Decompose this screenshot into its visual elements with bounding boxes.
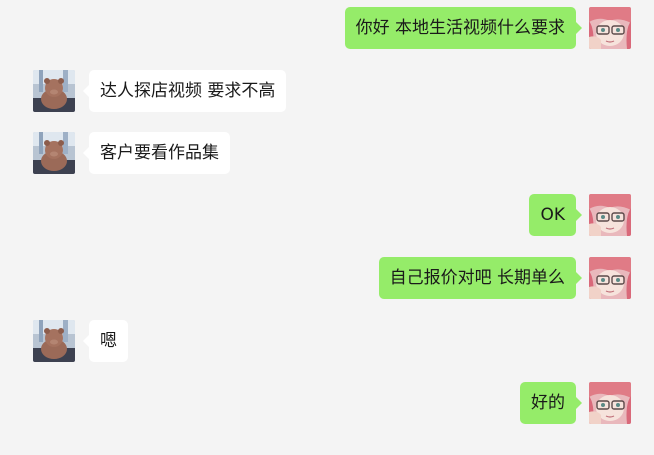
message-bubble[interactable]: 嗯 — [83, 320, 128, 362]
message-row: OK — [0, 192, 654, 236]
avatar-image — [589, 7, 631, 49]
message-bubble[interactable]: 你好 本地生活视频什么要求 — [344, 7, 583, 49]
avatar-image — [33, 70, 75, 112]
chat-window: { "colors": { "background": "#f4f4f4", "… — [0, 0, 654, 455]
message-row: 嗯 — [0, 318, 654, 362]
message-bubble[interactable]: 达人探店视频 要求不高 — [82, 70, 287, 112]
avatar-image — [589, 257, 631, 299]
contact-avatar[interactable] — [33, 320, 75, 362]
avatar-image — [589, 382, 631, 424]
contact-avatar[interactable] — [33, 70, 75, 112]
message-row: 好的 — [0, 380, 654, 424]
self-avatar[interactable] — [589, 194, 631, 236]
self-avatar[interactable] — [589, 382, 631, 424]
avatar-image — [33, 132, 75, 174]
message-row: 达人探店视频 要求不高 — [0, 68, 654, 112]
contact-avatar[interactable] — [33, 132, 75, 174]
avatar-image — [589, 194, 631, 236]
self-avatar[interactable] — [589, 7, 631, 49]
avatar-image — [33, 320, 75, 362]
message-bubble[interactable]: 自己报价对吧 长期单么 — [378, 257, 583, 299]
message-bubble[interactable]: 客户要看作品集 — [83, 132, 230, 174]
message-bubble[interactable]: 好的 — [520, 382, 582, 424]
message-bubble[interactable]: OK — [529, 194, 582, 236]
message-row: 自己报价对吧 长期单么 — [0, 255, 654, 299]
message-row: 你好 本地生活视频什么要求 — [0, 5, 654, 49]
message-row: 客户要看作品集 — [0, 130, 654, 174]
self-avatar[interactable] — [589, 257, 631, 299]
